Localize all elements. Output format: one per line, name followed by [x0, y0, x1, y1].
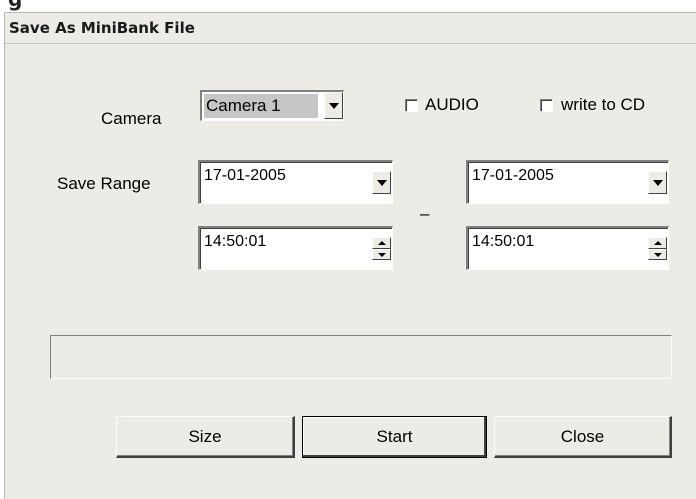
from-time-down-button[interactable]	[372, 248, 391, 260]
audio-checkbox[interactable]	[405, 99, 418, 112]
from-date-dropdown-button[interactable]	[372, 171, 391, 194]
from-time-value: 14:50:01	[204, 233, 267, 250]
chevron-down-icon	[377, 180, 387, 186]
audio-label: AUDIO	[425, 95, 479, 114]
from-time-up-button[interactable]	[372, 237, 391, 249]
arrow-up-icon	[378, 241, 386, 245]
camera-select-value: Camera 1	[206, 96, 281, 115]
chevron-down-icon	[653, 180, 663, 186]
arrow-down-icon	[654, 252, 662, 257]
to-date-value: 17-01-2005	[472, 167, 554, 184]
title-bar[interactable]: Save As MiniBank File	[5, 13, 696, 44]
write-to-cd-checkbox[interactable]	[540, 99, 553, 112]
to-date-dropdown-button[interactable]	[648, 171, 667, 194]
chevron-down-icon	[329, 103, 339, 109]
to-time-up-button[interactable]	[648, 237, 667, 249]
background-window-strip: g	[0, 0, 696, 12]
camera-select[interactable]: Camera 1	[200, 90, 344, 121]
arrow-down-icon	[378, 252, 386, 257]
camera-label: Camera	[101, 109, 162, 128]
close-button[interactable]: Close	[494, 416, 672, 458]
to-time-value: 14:50:01	[472, 233, 535, 250]
save-progress-bar	[50, 335, 672, 379]
to-time-spin[interactable]	[648, 237, 667, 260]
to-time-down-button[interactable]	[648, 248, 667, 260]
to-date-picker[interactable]: 17-01-2005	[466, 160, 669, 204]
range-separator: –	[420, 204, 430, 223]
to-time-spinner[interactable]: 14:50:01	[466, 226, 669, 270]
save-as-minibank-dialog: Save As MiniBank File Camera Camera 1 AU…	[4, 12, 696, 499]
camera-dropdown-button[interactable]	[324, 92, 343, 119]
size-button[interactable]: Size	[116, 416, 295, 458]
save-range-label: Save Range	[57, 174, 151, 193]
start-button[interactable]: Start	[302, 416, 487, 458]
from-time-spinner[interactable]: 14:50:01	[198, 226, 393, 270]
from-date-value: 17-01-2005	[204, 167, 286, 184]
background-window-text: g	[8, 0, 23, 11]
arrow-up-icon	[654, 241, 662, 245]
from-date-picker[interactable]: 17-01-2005	[198, 160, 393, 204]
dialog-title: Save As MiniBank File	[9, 19, 195, 37]
from-time-spin[interactable]	[372, 237, 391, 260]
write-to-cd-label: write to CD	[561, 95, 646, 114]
